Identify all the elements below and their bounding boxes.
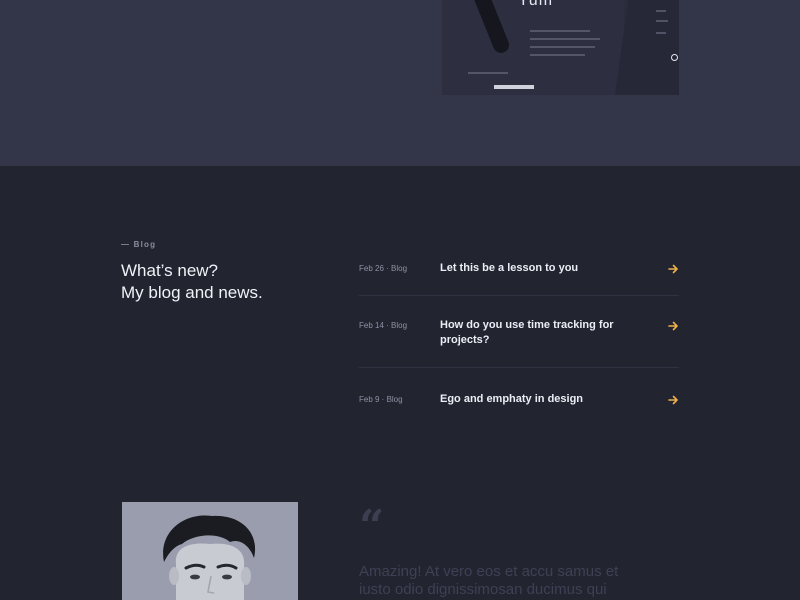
blog-heading-line-1: What’s new? bbox=[121, 261, 219, 280]
mockup-text-line bbox=[530, 38, 600, 40]
mockup-text-line bbox=[530, 54, 585, 56]
portfolio-band: Yum bbox=[0, 0, 800, 166]
blog-post-item[interactable]: Feb 9 · Blog Ego and emphaty in design bbox=[359, 368, 679, 432]
mockup-title-glyphs: Yum bbox=[518, 0, 554, 9]
blog-post-item[interactable]: Feb 26 · Blog Let this be a lesson to yo… bbox=[359, 240, 679, 296]
arrow-right-icon[interactable] bbox=[667, 262, 679, 274]
testimonial-text-line-1: Amazing! At vero eos et accu samus et bbox=[359, 563, 619, 580]
mockup-text-line bbox=[656, 20, 668, 22]
post-title-link[interactable]: How do you use time tracking for project… bbox=[440, 318, 640, 348]
testimonial-text-line-2: iusto odio dignissimosan ducimus qui bbox=[359, 581, 607, 598]
post-meta: Feb 14 · Blog bbox=[359, 321, 408, 330]
mockup-text-line bbox=[656, 32, 666, 34]
testimonial-portrait bbox=[122, 502, 298, 600]
blog-eyebrow: — Blog bbox=[121, 240, 157, 249]
post-title-link[interactable]: Ego and emphaty in design bbox=[440, 392, 640, 407]
testimonial-text: Amazing! At vero eos et accu samus et iu… bbox=[359, 563, 679, 599]
mockup-text-line bbox=[530, 30, 590, 32]
blog-heading-line-2: My blog and news. bbox=[121, 283, 263, 302]
blog-heading: What’s new? My blog and news. bbox=[121, 260, 341, 304]
mockup-text-line bbox=[656, 10, 666, 12]
post-meta: Feb 9 · Blog bbox=[359, 395, 403, 404]
quote-icon: “ bbox=[359, 501, 385, 552]
carousel-dot-icon[interactable] bbox=[671, 54, 678, 61]
arrow-right-icon[interactable] bbox=[667, 393, 679, 405]
post-meta: Feb 26 · Blog bbox=[359, 264, 408, 273]
mockup-highlight bbox=[494, 85, 534, 89]
arrow-right-icon[interactable] bbox=[667, 319, 679, 331]
mockup-text-line bbox=[468, 72, 508, 74]
mockup-text-line bbox=[530, 46, 595, 48]
blog-post-item[interactable]: Feb 14 · Blog How do you use time tracki… bbox=[359, 296, 679, 368]
portfolio-mockup-image[interactable]: Yum bbox=[442, 0, 679, 95]
blog-post-list: Feb 26 · Blog Let this be a lesson to yo… bbox=[359, 240, 679, 432]
post-title-link[interactable]: Let this be a lesson to you bbox=[440, 261, 640, 276]
